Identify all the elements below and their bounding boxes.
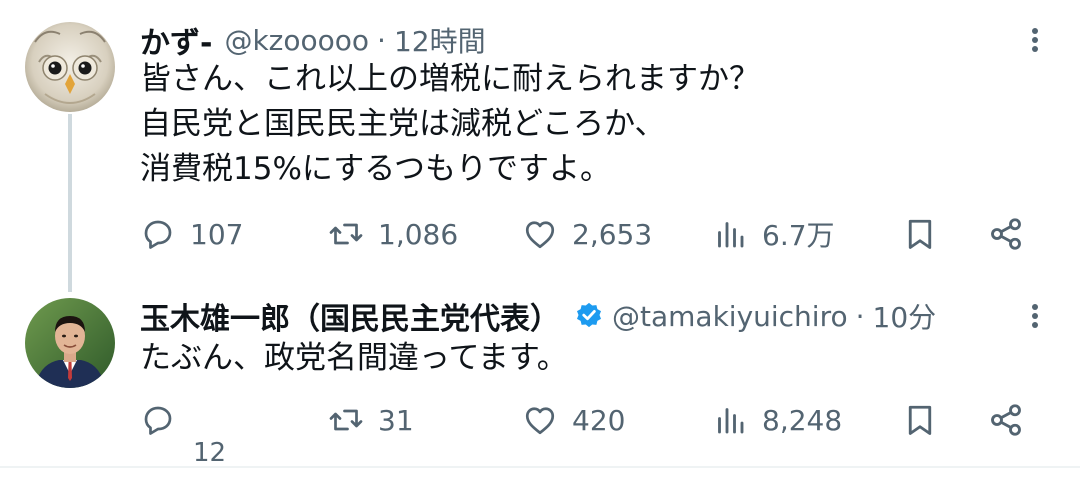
- like-button[interactable]: 2,653: [522, 204, 652, 264]
- like-count: 2,653: [572, 217, 653, 251]
- bookmark-icon: [908, 405, 932, 435]
- timestamp[interactable]: 12時間: [394, 20, 486, 60]
- like-count: 420: [572, 403, 626, 437]
- avatar[interactable]: [25, 298, 115, 388]
- user-handle[interactable]: @tamakiyuichiro: [612, 300, 848, 333]
- views-icon: [718, 408, 744, 434]
- like-icon: [525, 221, 555, 249]
- reply-icon: [144, 220, 172, 249]
- like-button[interactable]: 420: [522, 390, 625, 450]
- share-button[interactable]: [988, 204, 1024, 264]
- verified-badge-icon: [577, 302, 601, 328]
- tweet-text-line: 自民党と国民民主党は減税どころか、: [140, 106, 666, 142]
- person-avatar-icon: [25, 298, 115, 388]
- retweet-icon: [329, 223, 363, 245]
- tweet-actions: 107 1,086 2,653 6.7万: [0, 204, 1080, 264]
- tweet-original[interactable]: かず- @kzooooo · 12時間 皆さん、これ以上の増税に耐えられますか？…: [0, 0, 1080, 290]
- tweet-actions: 31 420 8,248: [0, 390, 1080, 450]
- views-count: 6.7万: [762, 219, 835, 252]
- views-button[interactable]: 6.7万: [712, 204, 835, 264]
- reply-button[interactable]: 107: [140, 204, 243, 264]
- tweet-text-line: 皆さん、これ以上の増税に耐えられますか？: [140, 61, 760, 97]
- thread-connector-line: [68, 114, 72, 292]
- display-name[interactable]: かず-: [140, 18, 212, 62]
- retweet-button[interactable]: 1,086: [328, 204, 458, 264]
- share-button[interactable]: [988, 390, 1024, 450]
- retweet-icon: [329, 409, 363, 431]
- user-handle[interactable]: @kzooooo: [224, 24, 369, 57]
- reply-button[interactable]: [140, 390, 176, 450]
- display-name[interactable]: 玉木雄一郎（国民民主党代表）: [140, 294, 560, 338]
- timestamp[interactable]: 10分: [873, 296, 937, 336]
- owl-avatar-icon: [25, 22, 115, 112]
- reply-icon: [144, 406, 172, 435]
- tweet-text: たぶん、政党名間違ってます。: [140, 336, 1020, 381]
- tweet-text: 皆さん、これ以上の増税に耐えられますか？ 自民党と国民民主党は減税どころか、 消…: [140, 57, 1020, 192]
- more-options-icon[interactable]: [1026, 294, 1044, 338]
- avatar[interactable]: [25, 22, 115, 112]
- views-button[interactable]: 8,248: [712, 390, 842, 450]
- views-count: 8,248: [762, 403, 843, 437]
- tweet-header: 玉木雄一郎（国民民主党代表） @tamakiyuichiro · 10分: [140, 294, 936, 338]
- like-icon: [525, 407, 555, 435]
- tweet-text-line: たぶん、政党名間違ってます。: [140, 340, 568, 376]
- share-icon: [991, 404, 1021, 436]
- views-icon: [718, 222, 744, 248]
- reply-count: 107: [190, 217, 244, 251]
- retweet-button[interactable]: 31: [328, 390, 414, 450]
- bookmark-icon: [908, 219, 932, 249]
- retweet-count: 1,086: [378, 217, 459, 251]
- separator-dot: ·: [377, 23, 386, 57]
- tweet-reply[interactable]: 玉木雄一郎（国民民主党代表） @tamakiyuichiro · 10分 たぶん…: [0, 290, 1080, 468]
- separator-dot: ·: [855, 299, 865, 333]
- bookmark-button[interactable]: [902, 204, 938, 264]
- retweet-count: 31: [378, 403, 414, 437]
- bookmark-button[interactable]: [902, 390, 938, 450]
- tweet-text-line: 消費税15%にするつもりですよ。: [140, 151, 611, 187]
- share-icon: [991, 218, 1021, 250]
- divider: [0, 466, 1080, 468]
- tweet-header: かず- @kzooooo · 12時間: [140, 18, 486, 62]
- more-options-icon[interactable]: [1026, 18, 1044, 62]
- reply-count: 12: [193, 438, 227, 468]
